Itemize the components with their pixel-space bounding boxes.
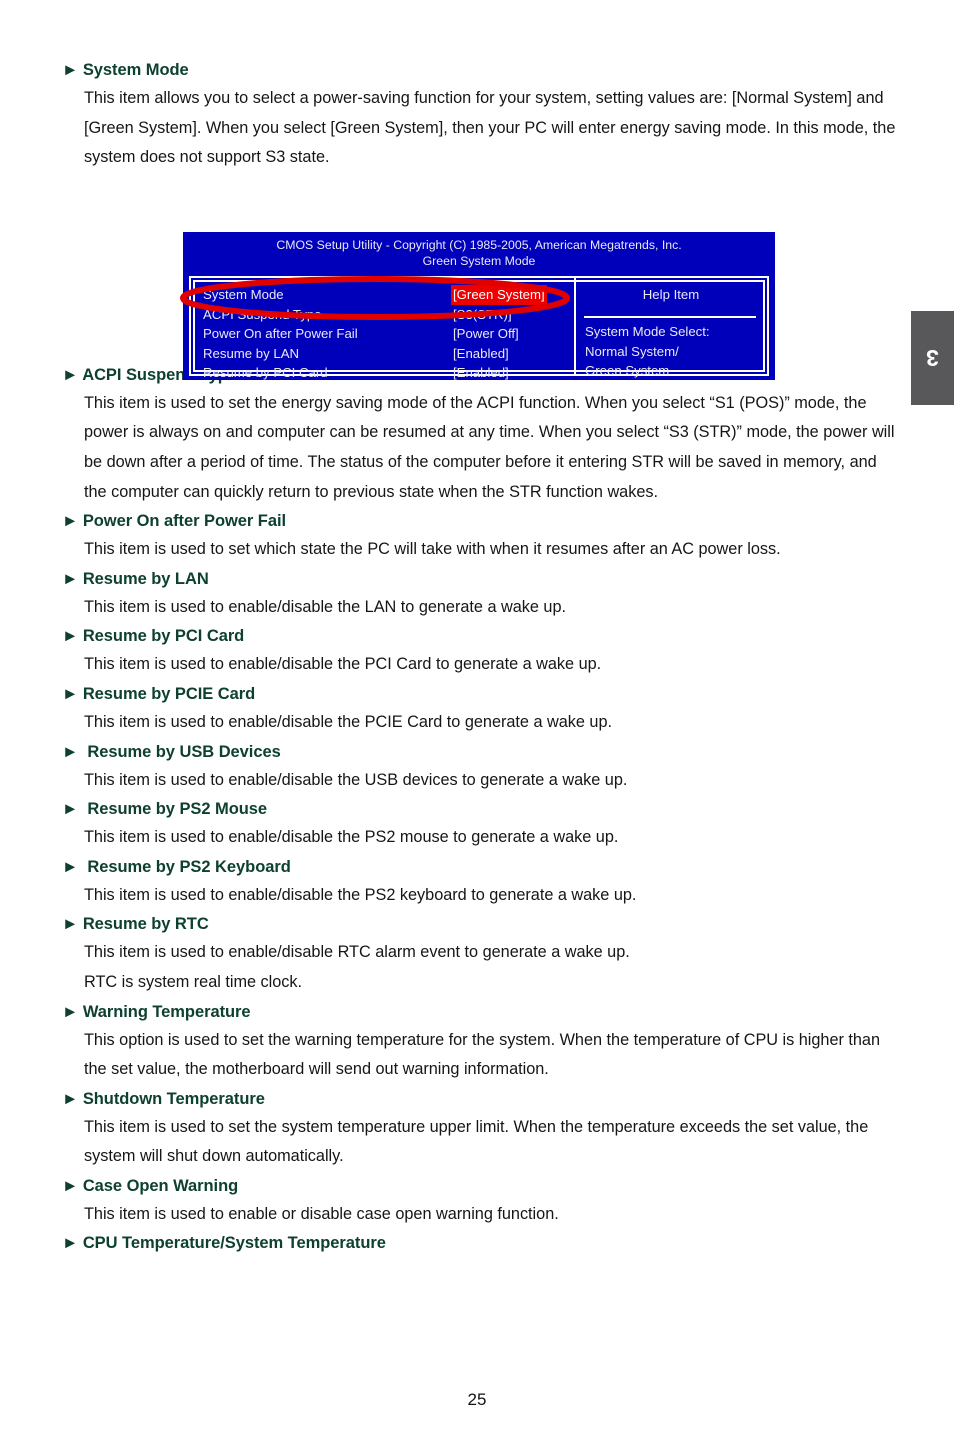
section-paragraph: This item is used to set the energy savi… (84, 393, 895, 501)
section-resume-by-ps2-keyboard: ► Resume by PS2 Keyboard This item is us… (62, 853, 902, 911)
section-heading: ► Resume by LAN (62, 569, 209, 588)
section-paragraph: This item is used to enable/disable the … (84, 770, 628, 789)
bios-help-title: Help Item (642, 287, 700, 302)
section-resume-by-ps2-mouse: ► Resume by PS2 Mouse This item is used … (62, 795, 902, 853)
section-cpu-system-temperature: ► CPU Temperature/System Temperature (62, 1229, 902, 1257)
section-paragraph: This item is used to set which state the… (84, 540, 781, 559)
section-warning-temperature: ► Warning Temperature This option is use… (62, 998, 902, 1085)
section-paragraph: This item is used to set the system temp… (84, 1117, 869, 1166)
section-resume-by-lan: ► Resume by LAN This item is used to ena… (62, 565, 902, 623)
bios-row[interactable]: Power On after Power Fail [Power Off] (203, 324, 571, 344)
bios-settings-list: System Mode [Green System] ACPI Suspend … (203, 285, 571, 383)
bios-row-value[interactable]: [Enabled] (453, 344, 509, 364)
section-heading: ► Shutdown Temperature (62, 1089, 265, 1108)
section-power-on-after-power-fail: ► Power On after Power Fail This item is… (62, 507, 902, 565)
bios-row[interactable]: System Mode [Green System] (203, 285, 571, 305)
section-heading: ► Resume by USB Devices (62, 742, 281, 761)
section-paragraph: RTC is system real time clock. (84, 972, 303, 991)
bios-row[interactable]: Resume by PCI Card [Enabled] (203, 363, 571, 383)
section-heading: ► Power On after Power Fail (62, 512, 287, 531)
bios-row-label: Resume by PCI Card (203, 365, 328, 380)
section-paragraph: This item is used to enable/disable RTC … (84, 943, 630, 962)
bios-row[interactable]: Resume by LAN [Enabled] (203, 344, 571, 364)
section-resume-by-pci-card: ► Resume by PCI Card This item is used t… (62, 622, 902, 680)
section-heading: ► System Mode (62, 61, 189, 79)
section-paragraph: This item is used to enable or disable c… (84, 1204, 559, 1223)
bios-help-text: System Mode Select: Normal System/ Green… (585, 322, 765, 381)
page-number: 25 (467, 1390, 487, 1409)
bios-title: CMOS Setup Utility - Copyright (C) 1985-… (183, 237, 775, 269)
section-heading: ► Case Open Warning (62, 1176, 239, 1195)
bios-help-line: Normal System/ (585, 343, 679, 359)
bios-row-value[interactable]: [Enabled] (453, 363, 509, 383)
section-heading: ► CPU Temperature/System Temperature (62, 1234, 386, 1253)
section-heading: ► Warning Temperature (62, 1002, 251, 1021)
section-heading: ► Resume by PCIE Card (62, 684, 256, 703)
chapter-side-tab: 3 (911, 311, 954, 405)
bios-screenshot-figure: CMOS Setup Utility - Copyright (C) 1985-… (183, 232, 775, 380)
bios-row-label: Power On after Power Fail (203, 326, 358, 341)
manual-page: ► System Mode This item allows you to se… (0, 0, 954, 1452)
section-paragraph: This item is used to enable/disable the … (84, 597, 566, 616)
bios-help-line: System Mode Select: (585, 324, 710, 339)
bios-row-value[interactable]: [Green System] (451, 285, 547, 305)
bios-title-line2: Green System Mode (422, 254, 536, 268)
section-resume-by-rtc: ► Resume by RTC This item is used to ena… (62, 910, 902, 997)
section-heading: ► Resume by PCI Card (62, 627, 245, 646)
section-paragraph: This item is used to enable/disable the … (84, 885, 637, 904)
section-shutdown-temperature: ► Shutdown Temperature This item is used… (62, 1085, 902, 1172)
section-paragraph: This item is used to enable/disable the … (84, 655, 602, 674)
chapter-number: 3 (926, 345, 939, 372)
section-acpi-suspend-type: ► ACPI Suspend Type This item is used to… (62, 361, 902, 507)
bios-row-value[interactable]: [S3(STR)] (453, 305, 512, 325)
section-system-mode: ► System Mode This item allows you to se… (62, 56, 902, 173)
bios-row-label: Resume by LAN (203, 345, 300, 361)
section-resume-by-usb-devices: ► Resume by USB Devices This item is use… (62, 738, 902, 796)
section-paragraph: This item is used to enable/disable the … (84, 712, 613, 731)
bios-row-value[interactable]: [Power Off] (453, 324, 519, 344)
section-paragraph: This item is used to enable/disable the … (84, 828, 619, 847)
section-heading: ► Resume by RTC (62, 915, 209, 934)
bios-help-divider (584, 316, 756, 318)
section-paragraph: This item allows you to select a power-s… (84, 89, 896, 167)
section-case-open-warning: ► Case Open Warning This item is used to… (62, 1172, 902, 1230)
bios-title-line1: CMOS Setup Utility - Copyright (C) 1985-… (276, 238, 682, 252)
bios-row-label: System Mode (203, 287, 284, 302)
section-heading: ► Resume by PS2 Keyboard (62, 857, 291, 876)
section-heading: ► Resume by PS2 Mouse (62, 800, 268, 819)
bios-screen: CMOS Setup Utility - Copyright (C) 1985-… (183, 232, 775, 380)
section-paragraph: This option is used to set the warning t… (84, 1030, 880, 1079)
bios-row-label: ACPI Suspend Type (203, 306, 322, 322)
bios-help-line: Green System (585, 363, 670, 378)
section-resume-by-pcie-card: ► Resume by PCIE Card This item is used … (62, 680, 902, 738)
bios-row[interactable]: ACPI Suspend Type [S3(STR)] (203, 305, 571, 325)
